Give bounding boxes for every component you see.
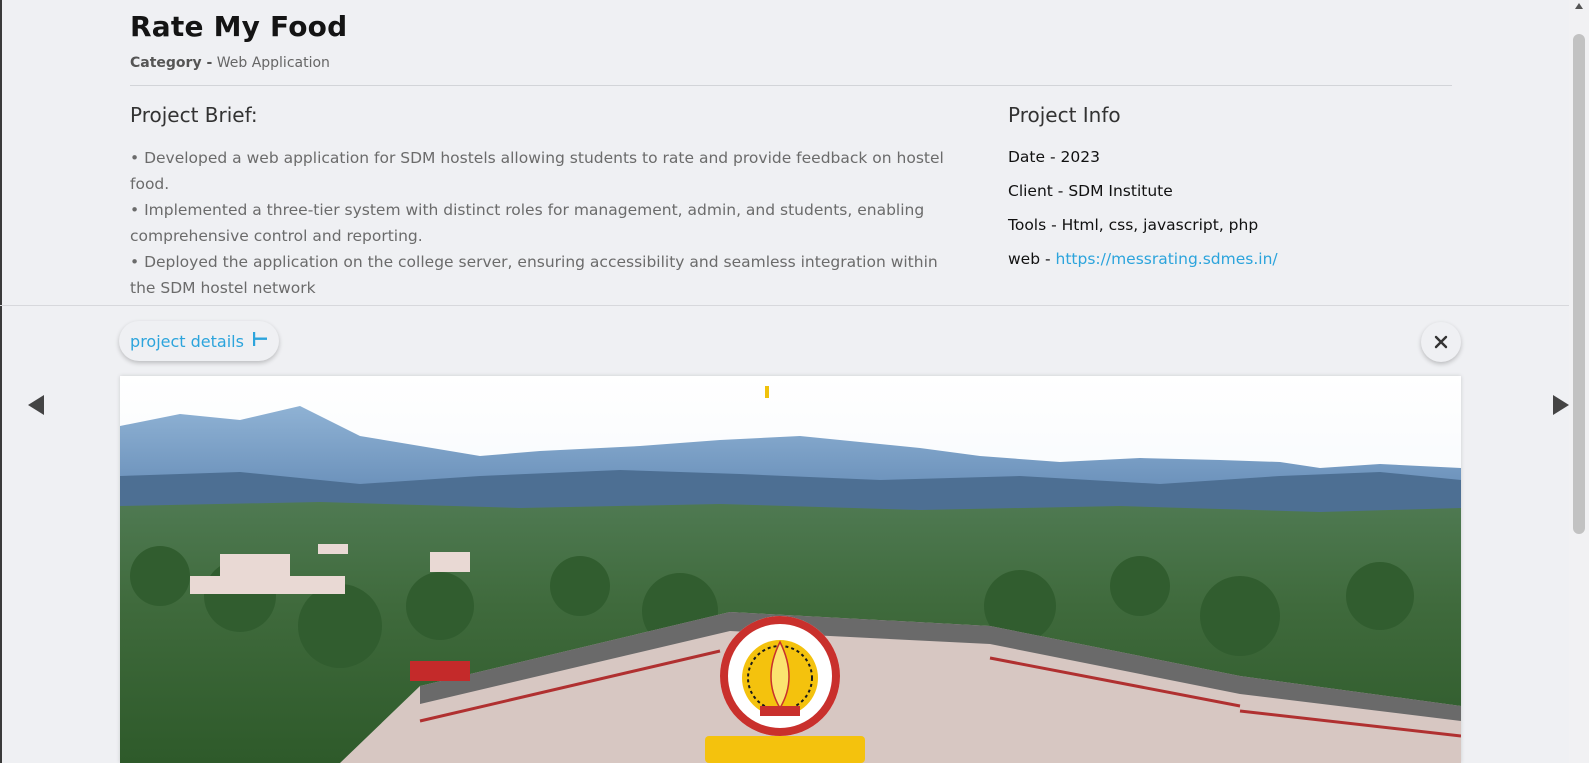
arrow-right-icon[interactable] xyxy=(1553,395,1569,415)
header-divider xyxy=(130,85,1452,86)
info-tools: Tools - Html, css, javascript, php xyxy=(1008,216,1259,234)
category-label: Category - xyxy=(130,55,213,71)
web-label: web - xyxy=(1008,250,1051,268)
campus-photo xyxy=(120,376,1461,763)
section-divider xyxy=(0,305,1569,306)
project-details-button[interactable]: project details xyxy=(119,321,279,361)
close-icon xyxy=(1434,330,1448,355)
web-link[interactable]: https://messrating.sdmes.in/ xyxy=(1056,250,1278,268)
brief-item: • Developed a web application for SDM ho… xyxy=(130,149,944,193)
project-brief-heading: Project Brief: xyxy=(130,103,258,127)
hero-loading-marker xyxy=(765,386,769,398)
college-emblem xyxy=(720,616,840,736)
info-date: Date - 2023 xyxy=(1008,148,1100,166)
project-header: Rate My Food Category - Web Application … xyxy=(0,0,1569,305)
scrollbar-thumb[interactable] xyxy=(1573,34,1585,534)
category-value: Web Application xyxy=(216,55,330,71)
project-info-list: Date - 2023 Client - SDM Institute Tools… xyxy=(1008,147,1278,283)
arrow-left-icon[interactable] xyxy=(28,395,44,415)
project-brief-list: • Developed a web application for SDM ho… xyxy=(130,145,960,301)
brief-item: • Implemented a three-tier system with d… xyxy=(130,201,925,245)
brief-item: • Deployed the application on the colleg… xyxy=(130,253,938,297)
scroll-up-icon[interactable] xyxy=(1575,3,1583,9)
college-motto-banner xyxy=(705,736,865,763)
info-web: web - https://messrating.sdmes.in/ xyxy=(1008,249,1278,269)
project-info-heading: Project Info xyxy=(1008,103,1121,127)
project-details-label: project details xyxy=(130,331,244,351)
vertical-scrollbar[interactable] xyxy=(1569,0,1589,763)
project-category: Category - Web Application xyxy=(130,55,330,71)
close-button[interactable] xyxy=(1421,322,1461,362)
project-hero-image xyxy=(120,376,1461,763)
info-client: Client - SDM Institute xyxy=(1008,182,1173,200)
flag-icon xyxy=(252,331,268,351)
project-title: Rate My Food xyxy=(130,10,348,43)
